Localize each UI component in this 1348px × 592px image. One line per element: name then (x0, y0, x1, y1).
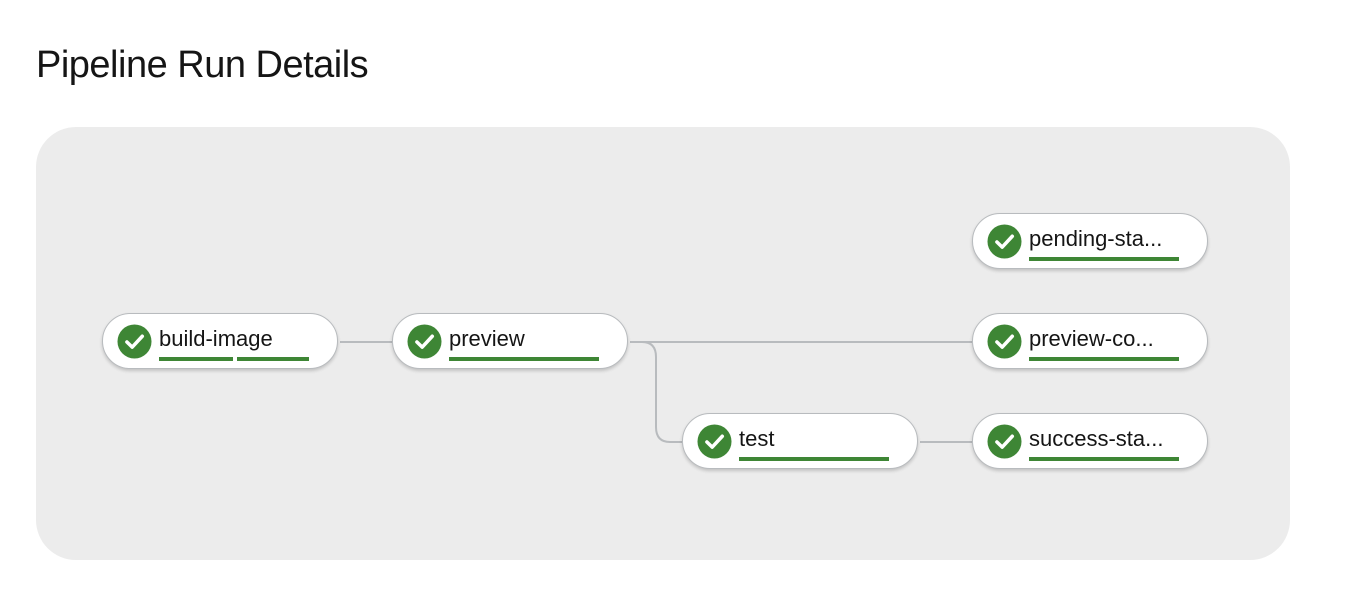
edge-preview-to-test (641, 341, 682, 443)
check-circle-icon (697, 424, 732, 459)
pipeline-graph: build-image preview test pending-sta... … (36, 127, 1290, 560)
check-circle-icon (987, 424, 1022, 459)
task-label: preview-co... (1029, 326, 1154, 351)
progress-segment (1029, 357, 1179, 361)
check-circle-icon (987, 324, 1022, 359)
task-progress-bar (159, 357, 309, 361)
page-title: Pipeline Run Details (36, 44, 369, 86)
progress-segment (449, 357, 599, 361)
progress-segment (1029, 257, 1179, 261)
task-label: test (739, 426, 775, 451)
task-node-test[interactable]: test (682, 413, 918, 469)
progress-segment (159, 357, 233, 361)
check-circle-icon (117, 324, 152, 359)
task-progress-bar (1029, 257, 1179, 261)
task-progress-bar (739, 457, 889, 461)
check-circle-icon (987, 224, 1022, 259)
progress-segment (237, 357, 309, 361)
task-progress-bar (1029, 357, 1179, 361)
task-node-pending-status[interactable]: pending-sta... (972, 213, 1208, 269)
task-label: pending-sta... (1029, 226, 1163, 251)
task-node-preview[interactable]: preview (392, 313, 628, 369)
task-node-build-image[interactable]: build-image (102, 313, 338, 369)
task-label: preview (449, 326, 525, 351)
progress-segment (739, 457, 889, 461)
task-label: build-image (159, 326, 273, 351)
task-node-success-status[interactable]: success-sta... (972, 413, 1208, 469)
task-label: success-sta... (1029, 426, 1164, 451)
check-circle-icon (407, 324, 442, 359)
task-progress-bar (1029, 457, 1179, 461)
task-node-preview-comment[interactable]: preview-co... (972, 313, 1208, 369)
progress-segment (1029, 457, 1179, 461)
task-progress-bar (449, 357, 599, 361)
